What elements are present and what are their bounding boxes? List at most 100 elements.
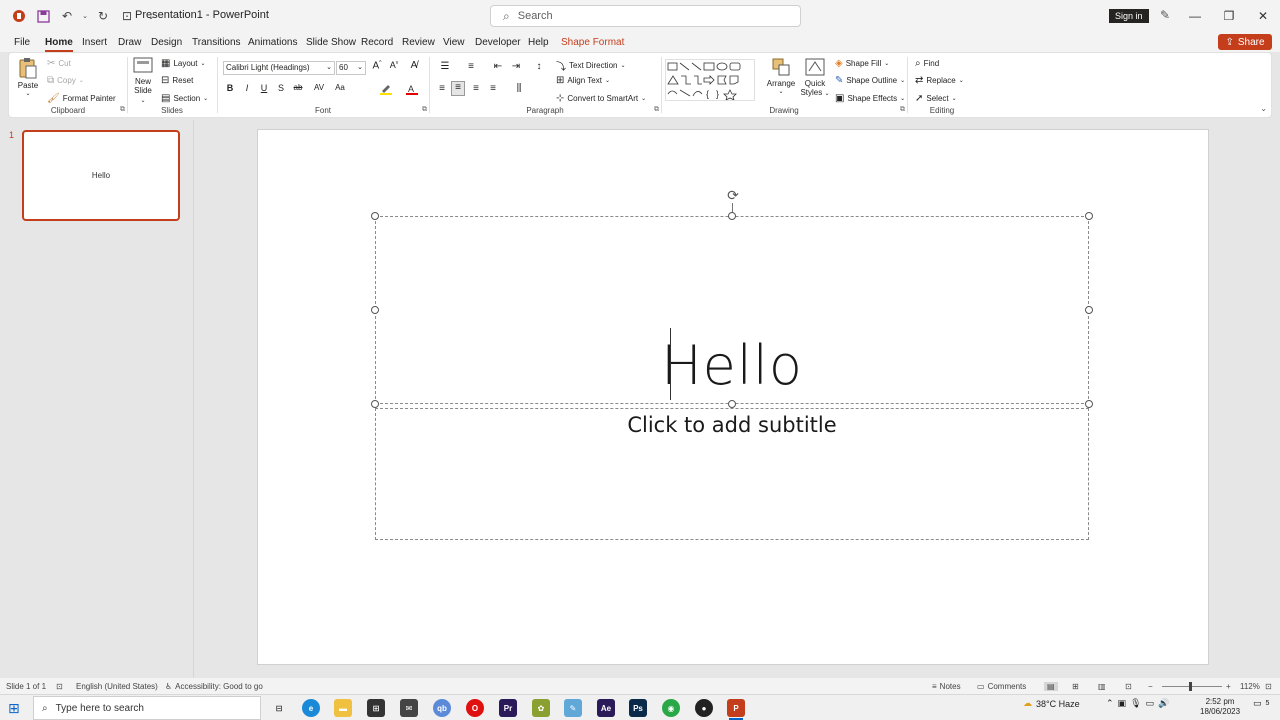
microsoft-store-icon[interactable]: ⊞ bbox=[367, 699, 385, 717]
photoshop-icon[interactable]: Ps bbox=[629, 699, 647, 717]
slide-thumbnail[interactable]: Hello bbox=[22, 130, 180, 221]
resize-handle-right[interactable] bbox=[1085, 306, 1093, 314]
resize-handle-left[interactable] bbox=[371, 306, 379, 314]
dialog-launcher-icon[interactable]: ⧉ bbox=[654, 106, 659, 114]
zoom-out-icon[interactable]: − bbox=[1148, 682, 1153, 691]
change-case-button[interactable]: Aa bbox=[331, 83, 349, 92]
fit-to-window-icon[interactable]: ⊡ bbox=[1265, 682, 1272, 691]
decrease-font-size-icon[interactable]: Av bbox=[387, 60, 401, 70]
numbering-icon[interactable]: ≡ bbox=[461, 61, 481, 72]
app-tray-icon[interactable]: ▣ bbox=[1118, 698, 1127, 709]
layout-button[interactable]: ▦ Layout ⌄ bbox=[161, 58, 206, 69]
zoom-in-icon[interactable]: + bbox=[1226, 682, 1231, 691]
resize-handle-top-right[interactable] bbox=[1085, 212, 1093, 220]
shape-effects-button[interactable]: ▣ Shape Effects ⌄ bbox=[835, 93, 905, 104]
increase-indent-icon[interactable]: ⇥ bbox=[509, 61, 523, 72]
resize-handle-top[interactable] bbox=[728, 212, 736, 220]
quick-styles-button[interactable]: Quick Styles ⌄ bbox=[799, 57, 831, 97]
increase-font-size-icon[interactable]: A^ bbox=[370, 60, 384, 71]
save-icon[interactable] bbox=[32, 5, 54, 27]
minimize-button[interactable]: — bbox=[1178, 0, 1212, 32]
app-icon[interactable]: ✿ bbox=[532, 699, 550, 717]
bold-button[interactable]: B bbox=[223, 83, 237, 93]
dialog-launcher-icon[interactable]: ⧉ bbox=[120, 106, 125, 114]
windows-start-icon[interactable]: ⊞ bbox=[8, 700, 20, 717]
strikethrough-button[interactable]: ab bbox=[291, 83, 305, 92]
weather-widget[interactable]: ☁ 38°C Haze bbox=[1023, 698, 1080, 709]
tab-help[interactable]: Help bbox=[528, 37, 549, 48]
title-textbox[interactable]: Hello bbox=[375, 216, 1089, 404]
microphone-icon[interactable]: 🎙 bbox=[1130, 698, 1141, 709]
tab-record[interactable]: Record bbox=[361, 37, 393, 48]
tab-draw[interactable]: Draw bbox=[118, 37, 141, 48]
bullets-icon[interactable]: ☰ bbox=[435, 61, 455, 72]
search-input[interactable]: ⌕ Search bbox=[490, 5, 801, 27]
collapse-ribbon-icon[interactable]: ⌄ bbox=[1260, 104, 1267, 113]
format-painter-button[interactable]: 🖌 Format Painter bbox=[47, 93, 116, 104]
font-name-combobox[interactable]: Calibri Light (Headings) ⌄ bbox=[223, 61, 335, 75]
undo-dropdown-icon[interactable]: ⌄ bbox=[80, 5, 90, 27]
section-button[interactable]: ▤ Section ⌄ bbox=[161, 93, 208, 104]
after-effects-icon[interactable]: Ae bbox=[597, 699, 615, 717]
paste-button[interactable]: Paste ⌄ bbox=[15, 57, 41, 97]
text-direction-button[interactable]: ⤵ Text Direction ⌄ bbox=[556, 58, 626, 73]
underline-button[interactable]: U bbox=[257, 83, 271, 93]
highlight-color-icon[interactable] bbox=[377, 83, 395, 98]
shape-outline-button[interactable]: ✎ Shape Outline ⌄ bbox=[835, 75, 905, 86]
mail-icon[interactable]: ✉ bbox=[400, 699, 418, 717]
zoom-slider-thumb[interactable] bbox=[1189, 682, 1192, 691]
align-left-icon[interactable]: ≡ bbox=[435, 83, 449, 94]
resize-handle-top-left[interactable] bbox=[371, 212, 379, 220]
font-size-combobox[interactable]: 60 ⌄ bbox=[336, 61, 366, 75]
chrome-browser-icon[interactable]: ◉ bbox=[662, 699, 680, 717]
zoom-slider[interactable] bbox=[1162, 686, 1222, 687]
task-view-icon[interactable]: ⊟ bbox=[270, 699, 288, 717]
new-slide-button[interactable]: New Slide ⌄ bbox=[131, 57, 155, 104]
resize-handle-bottom-right[interactable] bbox=[1085, 400, 1093, 408]
resize-handle-bottom[interactable] bbox=[728, 400, 736, 408]
tab-slide-show[interactable]: Slide Show bbox=[306, 37, 356, 48]
cut-button[interactable]: ✂ Cut bbox=[47, 58, 71, 69]
opera-browser-icon[interactable]: O bbox=[466, 699, 484, 717]
reset-button[interactable]: ⊟ Reset bbox=[161, 75, 193, 86]
arrange-button[interactable]: Arrange ⌄ bbox=[765, 57, 797, 95]
tab-developer[interactable]: Developer bbox=[475, 37, 521, 48]
align-right-icon[interactable]: ≡ bbox=[469, 83, 483, 94]
zoom-level[interactable]: 112% bbox=[1240, 682, 1260, 691]
normal-view-icon[interactable]: ▤ bbox=[1044, 682, 1058, 691]
undo-icon[interactable]: ↶ bbox=[56, 5, 78, 27]
slideshow-icon[interactable]: ⊡ bbox=[1125, 682, 1132, 691]
tab-animations[interactable]: Animations bbox=[248, 37, 297, 48]
tab-design[interactable]: Design bbox=[151, 37, 182, 48]
align-text-button[interactable]: ⊞ Align Text ⌄ bbox=[556, 75, 610, 86]
character-spacing-button[interactable]: AV bbox=[310, 83, 328, 92]
tab-view[interactable]: View bbox=[443, 37, 465, 48]
dialog-launcher-icon[interactable]: ⧉ bbox=[422, 106, 427, 114]
clock[interactable]: 2:52 pm 18/06/2023 bbox=[1200, 697, 1240, 717]
volume-icon[interactable]: 🔊 bbox=[1158, 698, 1169, 709]
premiere-pro-icon[interactable]: Pr bbox=[499, 699, 517, 717]
pen-icon[interactable]: ✎ bbox=[1160, 8, 1170, 22]
resize-handle-bottom-left[interactable] bbox=[371, 400, 379, 408]
app-icon[interactable]: qb bbox=[433, 699, 451, 717]
network-icon[interactable]: ▭ bbox=[1146, 698, 1155, 709]
convert-to-smartart-button[interactable]: ⊹ Convert to SmartArt ⌄ bbox=[556, 93, 646, 104]
dialog-launcher-icon[interactable]: ⧉ bbox=[900, 106, 905, 114]
spelling-icon[interactable]: ⊡ bbox=[56, 682, 63, 691]
reading-view-icon[interactable]: ▥ bbox=[1098, 682, 1106, 691]
redo-icon[interactable]: ↻ bbox=[92, 5, 114, 27]
decrease-indent-icon[interactable]: ⇤ bbox=[491, 61, 505, 72]
font-color-icon[interactable]: A bbox=[403, 83, 421, 98]
powerpoint-taskbar-icon[interactable]: P bbox=[727, 699, 745, 717]
tab-transitions[interactable]: Transitions bbox=[192, 37, 241, 48]
italic-button[interactable]: I bbox=[240, 83, 254, 93]
rotate-icon[interactable]: ⟳ bbox=[725, 187, 741, 203]
shapes-gallery[interactable]: {} bbox=[665, 59, 755, 101]
justify-icon[interactable]: ≡ bbox=[486, 83, 500, 94]
app-icon[interactable]: ✎ bbox=[564, 699, 582, 717]
tab-home[interactable]: Home bbox=[45, 37, 73, 52]
tab-file[interactable]: File bbox=[14, 37, 30, 48]
tab-shape-format[interactable]: Shape Format bbox=[561, 37, 624, 48]
slide-sorter-icon[interactable]: ⊞ bbox=[1072, 682, 1079, 691]
share-button[interactable]: ⇪ Share bbox=[1218, 34, 1272, 50]
